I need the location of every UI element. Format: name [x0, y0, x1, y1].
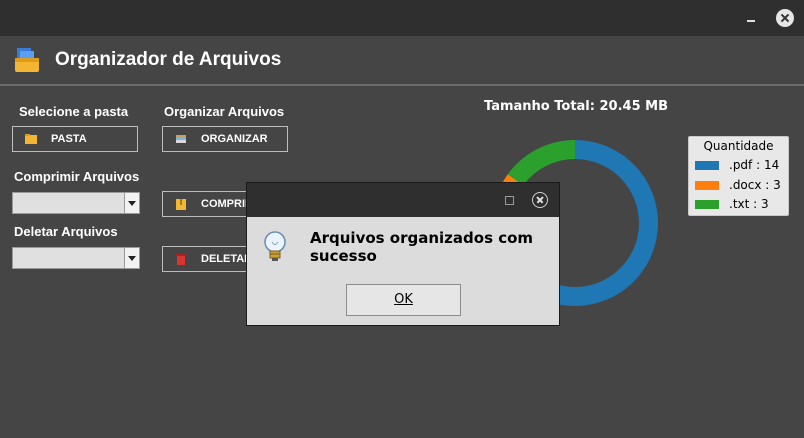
legend-swatch-docx — [695, 181, 719, 190]
minimize-button[interactable] — [742, 9, 760, 27]
message-dialog: Arquivos organizados com sucesso OK — [246, 182, 560, 326]
maximize-icon[interactable] — [505, 196, 514, 205]
legend-label-pdf: .pdf : 14 — [729, 158, 780, 172]
app-title: Organizador de Arquivos — [55, 49, 282, 70]
ok-button[interactable]: OK — [346, 284, 461, 316]
organize-icon — [176, 135, 186, 143]
select-folder-label: Selecione a pasta — [19, 104, 129, 119]
folder-logo-icon — [15, 48, 39, 72]
close-button[interactable] — [776, 9, 794, 27]
folder-icon — [25, 134, 37, 144]
comprimir-button[interactable]: COMPRIM — [162, 191, 254, 217]
chart-title: Tamanho Total: 20.45 MB — [484, 99, 668, 114]
header-divider — [0, 84, 804, 86]
archive-icon — [176, 199, 186, 210]
legend-swatch-pdf — [695, 161, 719, 170]
donut-slice-txt — [507, 140, 575, 186]
legend-swatch-txt — [695, 200, 719, 209]
dialog-titlebar — [247, 183, 559, 217]
dialog-message: Arquivos organizados com sucesso — [310, 229, 534, 265]
legend-label-txt: .txt : 3 — [729, 197, 769, 211]
chart-legend: Quantidade .pdf : 14 .docx : 3 .txt : 3 — [688, 136, 789, 216]
deletar-button[interactable]: DELETAR — [162, 246, 252, 272]
compress-select[interactable] — [12, 192, 140, 214]
organizar-button[interactable]: ORGANIZAR — [162, 126, 288, 152]
legend-label-docx: .docx : 3 — [729, 178, 781, 192]
organizar-button-label: ORGANIZAR — [201, 133, 268, 145]
dialog-close-button[interactable] — [532, 192, 548, 208]
app-header: Organizador de Arquivos — [0, 36, 804, 84]
organize-label: Organizar Arquivos — [164, 104, 285, 119]
compress-label: Comprimir Arquivos — [14, 169, 140, 184]
delete-select[interactable] — [12, 247, 140, 269]
ok-button-label: OK — [394, 292, 413, 307]
chevron-down-icon[interactable] — [124, 248, 139, 268]
pasta-button[interactable]: PASTA — [12, 126, 138, 152]
pasta-button-label: PASTA — [51, 133, 87, 145]
delete-label: Deletar Arquivos — [14, 224, 118, 239]
lightbulb-icon — [264, 231, 286, 261]
deletar-button-label: DELETAR — [201, 253, 253, 265]
chevron-down-icon[interactable] — [124, 193, 139, 213]
legend-title: Quantidade — [703, 139, 774, 153]
trash-icon — [176, 254, 186, 265]
window-titlebar — [0, 0, 804, 36]
